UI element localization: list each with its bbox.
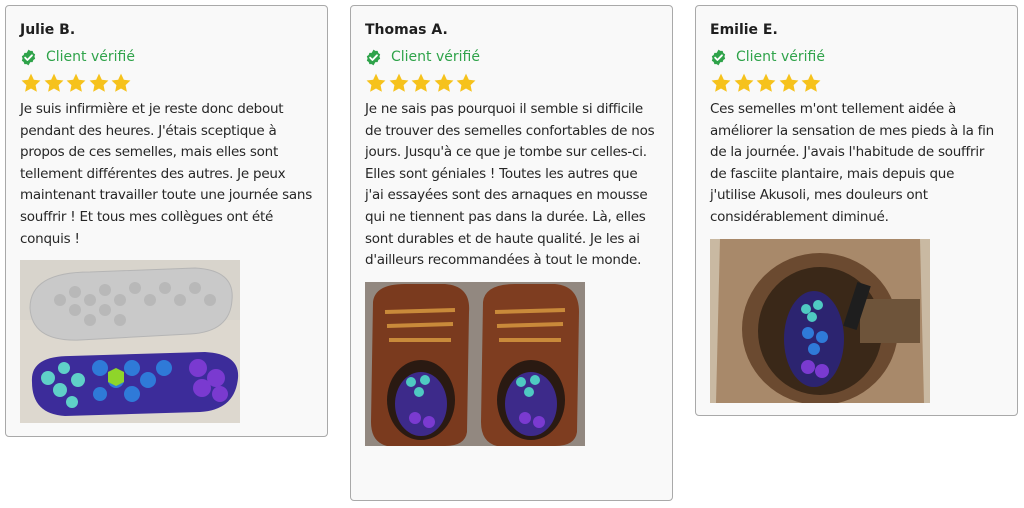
star-icon [365,72,387,94]
star-icon [778,72,800,94]
star-icon [20,72,42,94]
star-icon [455,72,477,94]
star-icon [88,72,110,94]
reviewer-name: Emilie E. [710,22,778,38]
star-rating [20,72,313,96]
verified-label: Client vérifié [736,49,825,65]
verified-badge: Client vérifié [20,47,313,67]
star-icon [733,72,755,94]
verified-badge: Client vérifié [710,47,1003,67]
boots-photo [365,281,585,446]
star-icon [388,72,410,94]
review-card: Julie B. Client vérifié Je suis infirmiè… [5,5,328,437]
review-text: Je ne sais pas pourquoi il semble si dif… [365,101,655,269]
star-icon [710,72,732,94]
boot-interior-photo [710,238,930,403]
reviewer-name: Thomas A. [365,22,448,38]
review-text: Je suis infirmière et je reste donc debo… [20,101,313,247]
star-rating [710,72,1003,96]
star-icon [65,72,87,94]
verified-label: Client vérifié [391,49,480,65]
star-icon [800,72,822,94]
star-icon [410,72,432,94]
verified-check-icon [20,49,37,66]
review-card: Thomas A. Client vérifié Je ne sais pas … [350,5,673,501]
star-icon [110,72,132,94]
star-icon [433,72,455,94]
star-icon [755,72,777,94]
review-card: Emilie E. Client vérifié Ces semelles m'… [695,5,1018,416]
verified-check-icon [710,49,727,66]
verified-badge: Client vérifié [365,47,658,67]
review-text: Ces semelles m'ont tellement aidée à amé… [710,101,994,225]
verified-label: Client vérifié [46,49,135,65]
star-icon [43,72,65,94]
reviewer-name: Julie B. [20,22,76,38]
insole-photo [20,260,240,424]
star-rating [365,72,658,96]
verified-check-icon [365,49,382,66]
